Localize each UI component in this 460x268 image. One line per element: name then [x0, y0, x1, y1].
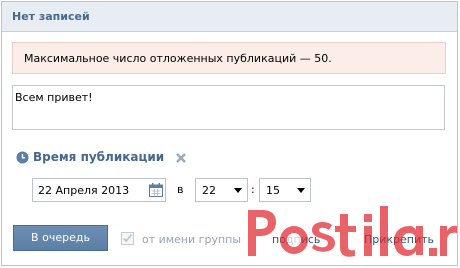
hour-value: 22	[202, 184, 216, 197]
checkbox-icon	[123, 234, 132, 243]
panel-header: Нет записей	[2, 2, 457, 32]
signature-link[interactable]: подпись	[272, 233, 320, 246]
calendar-icon[interactable]	[148, 182, 164, 198]
page-title: Нет записей	[12, 10, 90, 23]
post-textarea[interactable]: Всем привет!	[12, 85, 445, 130]
date-value: 22 Апреля 2013	[38, 184, 130, 197]
clock-icon	[16, 151, 29, 164]
time-separator: :	[251, 183, 255, 196]
hour-select[interactable]: 22	[195, 178, 248, 202]
minute-select[interactable]: 15	[259, 178, 311, 202]
schedule-title: Время публикации	[33, 150, 165, 164]
warning-text: Максимальное число отложенных публикаций…	[24, 52, 332, 65]
date-picker[interactable]: 22 Апреля 2013	[32, 178, 166, 202]
post-text: Всем привет!	[15, 91, 93, 104]
watermark-logo	[248, 206, 457, 257]
chevron-down-icon	[297, 188, 305, 193]
queue-button[interactable]: В очередь	[13, 225, 108, 251]
attach-link[interactable]: Прикрепить	[364, 233, 434, 246]
minute-value: 15	[266, 184, 280, 197]
group-checkbox[interactable]	[121, 232, 134, 245]
at-label: в	[177, 183, 184, 196]
close-icon[interactable]	[175, 152, 187, 164]
group-checkbox-label[interactable]: от имени группы	[142, 233, 241, 246]
chevron-down-icon	[234, 188, 242, 193]
limit-warning: Максимальное число отложенных публикаций…	[12, 42, 446, 74]
postpone-panel: Нет записей Максимальное число отложенны…	[1, 1, 458, 266]
